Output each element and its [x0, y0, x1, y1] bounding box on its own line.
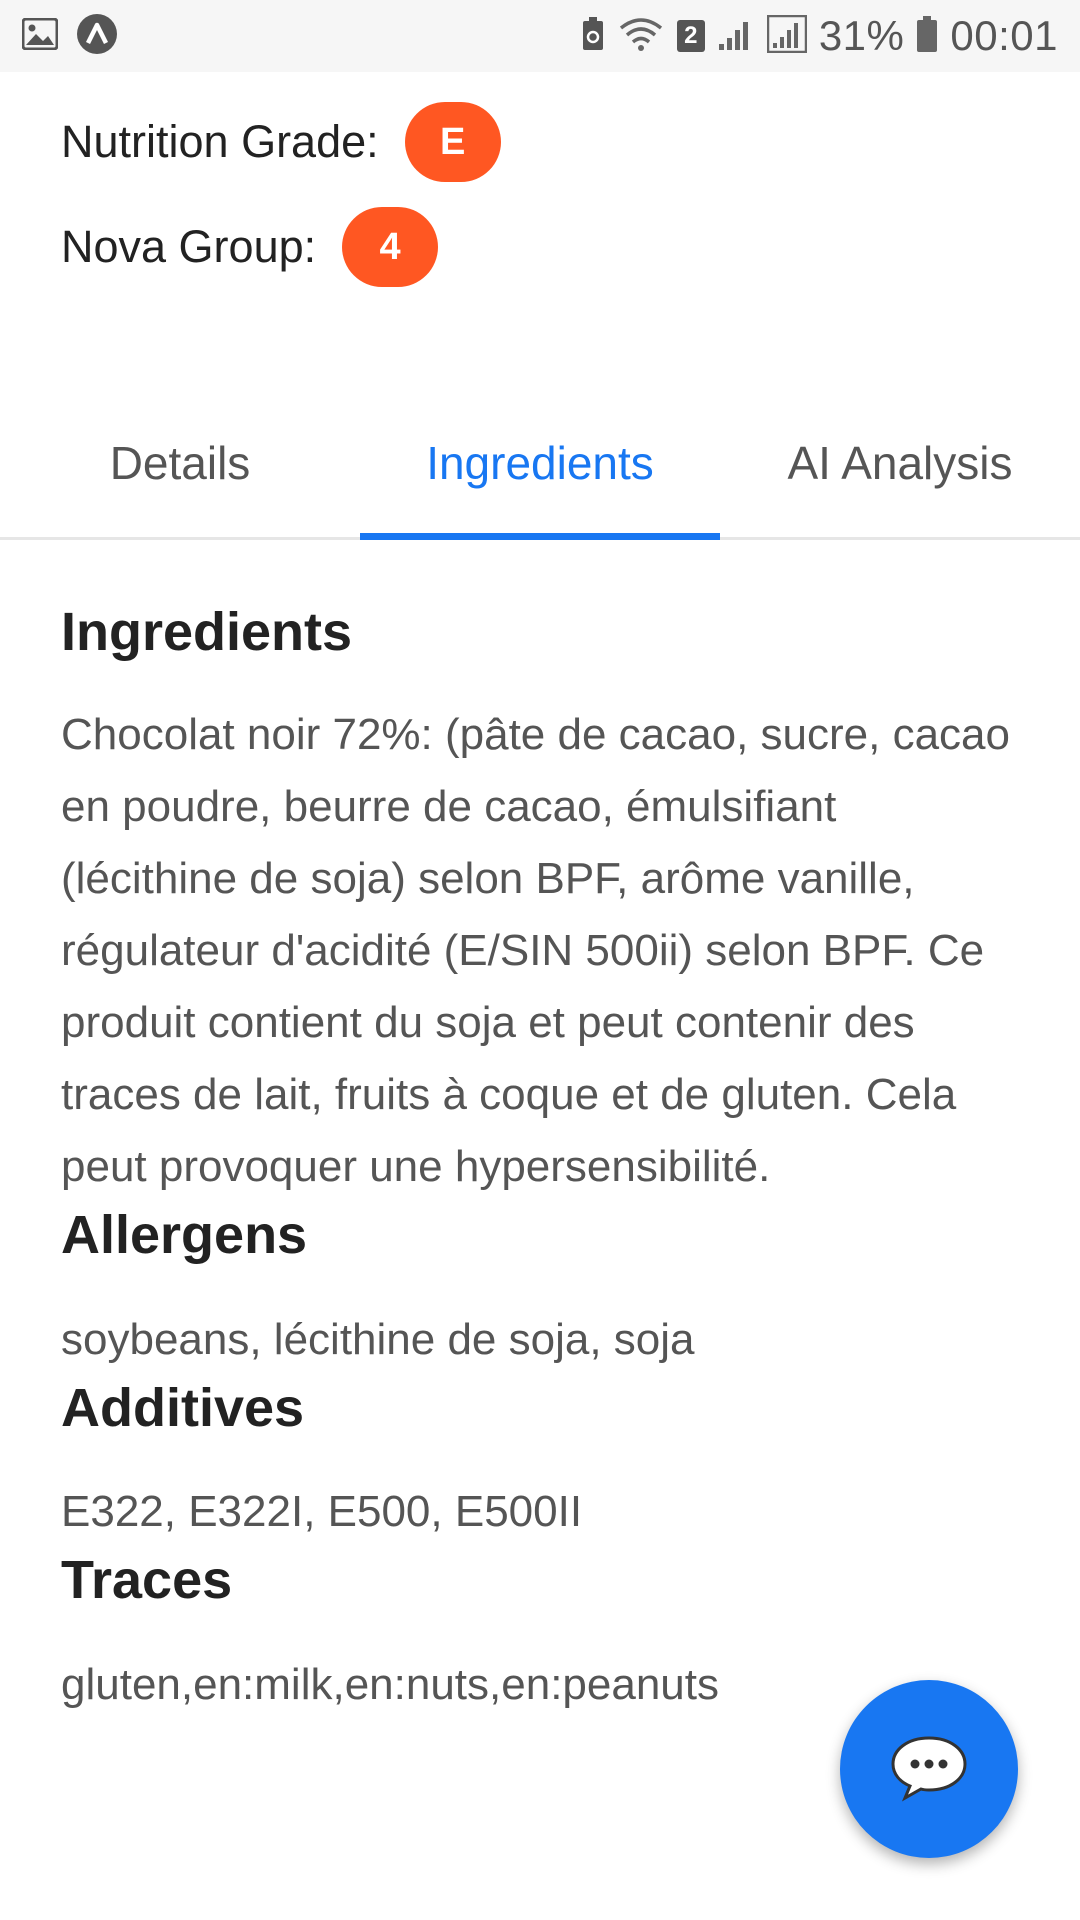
- additives-heading: Additives: [61, 1377, 305, 1438]
- ingredients-panel: Ingredients Chocolat noir 72%: (pâte de …: [61, 600, 1021, 1721]
- signal-icon: [717, 16, 755, 57]
- wifi-icon: [617, 16, 665, 57]
- chat-bubble-icon: [889, 1732, 969, 1807]
- battery-saver-icon: [581, 16, 605, 57]
- signal-icon: [766, 14, 808, 58]
- nutrition-grade-label: Nutrition Grade:: [61, 116, 379, 167]
- nutrition-grade-row: Nutrition Grade: E: [61, 102, 501, 182]
- nutrition-grade-badge: E: [404, 102, 501, 182]
- allergens-heading: Allergens: [61, 1204, 308, 1265]
- clock: 00:01: [950, 12, 1058, 59]
- battery-icon: [916, 15, 938, 58]
- ingredients-text: Chocolat noir 72%: (pâte de cacao, sucre…: [61, 709, 1010, 1191]
- status-bar: 2 31% 00:01: [0, 0, 1080, 72]
- image-icon: [21, 17, 59, 55]
- status-bar-right: 2 31% 00:01: [569, 12, 1058, 60]
- traces-heading: Traces: [61, 1550, 233, 1611]
- ingredients-heading: Ingredients: [61, 602, 353, 662]
- nova-group-label: Nova Group:: [61, 221, 317, 272]
- app-logo-icon: [76, 13, 118, 60]
- nova-group-badge: 4: [342, 207, 439, 287]
- tab-details[interactable]: Details: [0, 395, 360, 537]
- chat-button[interactable]: [840, 1680, 1018, 1858]
- allergens-text: soybeans, lécithine de soja, soja: [61, 1314, 695, 1364]
- battery-percent: 31%: [818, 12, 905, 59]
- additives-text: E322, E322I, E500, E500II: [61, 1487, 583, 1537]
- tab-bar: Details Ingredients AI Analysis: [0, 395, 1080, 540]
- status-bar-left: [21, 13, 136, 60]
- sim-icon: 2: [676, 20, 705, 52]
- tab-ingredients[interactable]: Ingredients: [360, 395, 720, 540]
- nova-group-row: Nova Group: 4: [61, 207, 439, 287]
- tab-ai-analysis[interactable]: AI Analysis: [720, 395, 1080, 537]
